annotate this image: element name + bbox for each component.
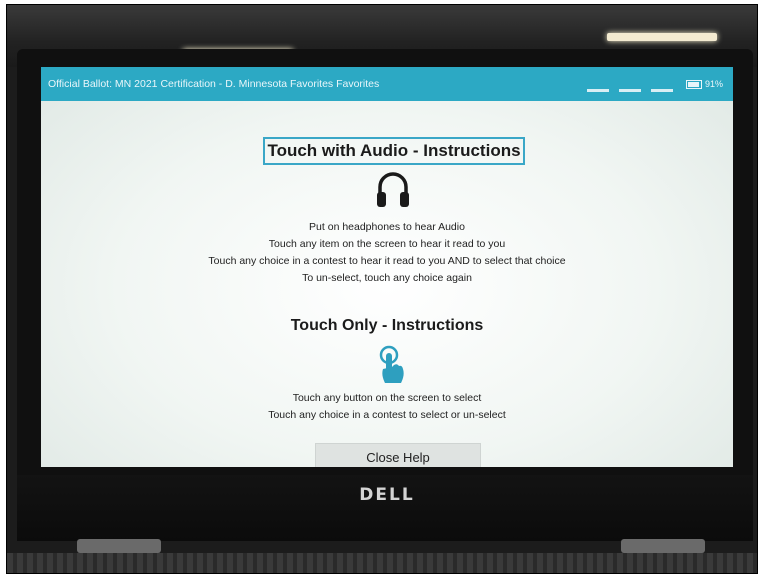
touch-instructions: Touch any button on the screen to select… (41, 390, 733, 424)
headphones-icon (377, 172, 409, 207)
audio-instructions: Put on headphones to hear Audio Touch an… (41, 219, 733, 287)
instruction-line: Touch any choice in a contest to select … (268, 409, 506, 421)
hinge (621, 539, 705, 553)
battery-status: 91% (685, 79, 723, 90)
photo-frame: Official Ballot: MN 2021 Certification -… (6, 4, 758, 574)
instruction-line: Touch any button on the screen to select (292, 392, 482, 404)
window-title: Official Ballot: MN 2021 Certification -… (48, 78, 380, 90)
battery-icon (685, 80, 702, 90)
touch-instructions-heading: Touch Only - Instructions (290, 317, 484, 334)
instruction-line: To un-select, touch any choice again (302, 272, 472, 284)
ballot-screen: Official Ballot: MN 2021 Certification -… (41, 67, 733, 467)
instruction-line: Touch any choice in a contest to hear it… (208, 255, 566, 267)
instruction-line: Touch any item on the screen to hear it … (268, 238, 506, 250)
hinge (77, 539, 161, 553)
ceiling-light (607, 33, 717, 41)
instruction-line: Put on headphones to hear Audio (309, 221, 465, 233)
touch-hand-icon (379, 345, 404, 383)
battery-percent: 91% (704, 79, 723, 89)
close-help-button[interactable]: Close Help (315, 443, 481, 467)
keyboard-edge (7, 553, 757, 573)
title-bar: Official Ballot: MN 2021 Certification -… (41, 67, 733, 101)
title-bar-decoration (577, 83, 673, 95)
dell-logo: DELL (359, 485, 415, 505)
help-content: Touch with Audio - Instructions Put on h… (41, 101, 733, 467)
audio-instructions-heading: Touch with Audio - Instructions (263, 137, 525, 165)
